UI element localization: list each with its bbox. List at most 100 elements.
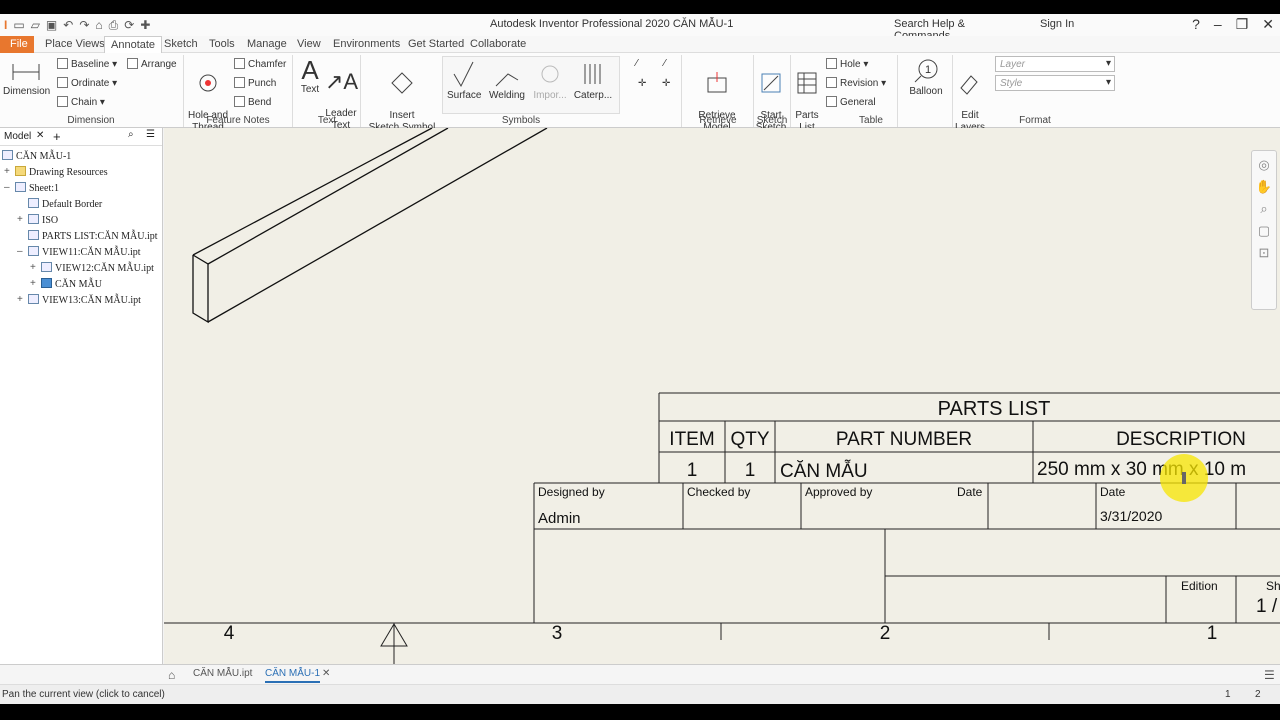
- bend-button[interactable]: Bend: [234, 96, 271, 108]
- collapse-icon[interactable]: –: [4, 182, 10, 193]
- header-qty: QTY: [730, 429, 769, 450]
- text-button[interactable]: A Text: [297, 56, 323, 96]
- panel-symbols-label: Symbols: [501, 115, 541, 126]
- help-icon[interactable]: ?: [1192, 16, 1200, 33]
- tree-item-view11[interactable]: VIEW11:CĂN MẪU.ipt: [28, 246, 141, 258]
- tree-item-parts-list[interactable]: PARTS LIST:CĂN MẪU.ipt: [28, 230, 158, 242]
- home-icon[interactable]: ⌂: [95, 18, 102, 32]
- print-icon[interactable]: ⎙: [109, 18, 119, 33]
- minimize-icon[interactable]: –: [1214, 16, 1222, 33]
- drawing-canvas[interactable]: PARTS LIST ITEM QTY PART NUMBER DESCRIPT…: [164, 128, 1280, 664]
- zoom-window-icon[interactable]: ⊡: [1252, 245, 1276, 261]
- arrange-button[interactable]: Arrange: [127, 58, 177, 70]
- doc-tab-drawing[interactable]: CĂN MẪU-1: [265, 668, 321, 683]
- leader-text-icon: ↗A: [325, 69, 359, 94]
- designed-by-value: Admin: [538, 510, 581, 527]
- collapse-icon[interactable]: –: [17, 246, 23, 257]
- expand-icon[interactable]: +: [30, 262, 36, 273]
- browser-add-icon[interactable]: +: [53, 129, 61, 144]
- quick-access-toolbar: I ▭ ▱ ▣ ↶ ↷ ⌂ ⎙ ⟳ ✚: [4, 17, 156, 33]
- symbol-small-1-icon[interactable]: ⁄: [636, 58, 638, 69]
- undo-icon[interactable]: ↶: [63, 18, 73, 32]
- symbol-small-2-icon[interactable]: ⁄: [664, 58, 666, 69]
- baseline-button[interactable]: Baseline ▾: [57, 58, 117, 70]
- home-tab-icon[interactable]: ⌂: [168, 668, 175, 682]
- pan-icon[interactable]: ✋: [1252, 179, 1276, 195]
- tree-item-view13[interactable]: VIEW13:CĂN MẪU.ipt: [28, 294, 141, 306]
- tree-item-label: Drawing Resources: [29, 167, 108, 178]
- new-icon[interactable]: ▭: [13, 18, 24, 32]
- designed-by-label: Designed by: [538, 485, 605, 499]
- tree-item-root[interactable]: CĂN MẪU-1: [2, 150, 71, 162]
- close-icon[interactable]: ✕: [1262, 16, 1274, 33]
- status-bar: Pan the current view (click to cancel) 1…: [0, 684, 1280, 704]
- general-table-button[interactable]: General: [826, 96, 876, 108]
- doc-tab-close-icon[interactable]: ✕: [322, 668, 330, 679]
- tree-item-default-border[interactable]: Default Border: [28, 198, 102, 210]
- parts-list-button[interactable]: Parts List: [793, 58, 821, 134]
- welding-button[interactable]: Welding: [488, 60, 526, 102]
- tab-sketch[interactable]: Sketch: [164, 38, 198, 50]
- chain-button[interactable]: Chain ▾: [57, 96, 105, 108]
- steering-wheel-icon[interactable]: ◎: [1252, 157, 1276, 173]
- cell-part-number: CĂN MẪU: [780, 460, 868, 482]
- browser-close-icon[interactable]: ✕: [36, 130, 44, 141]
- view-icon: [28, 246, 39, 256]
- ordinate-button[interactable]: Ordinate ▾: [57, 77, 117, 89]
- edit-layers-button[interactable]: Edit Layers: [955, 58, 985, 134]
- chain-label: Chain: [71, 97, 98, 108]
- tree-item-part[interactable]: CĂN MẪU: [41, 278, 102, 290]
- style-dropdown[interactable]: Style: [995, 75, 1115, 91]
- tree-item-sheet[interactable]: Sheet:1: [15, 182, 59, 194]
- browser-header: Model ✕ + ⌕ ☰: [0, 128, 162, 146]
- tree-item-iso[interactable]: ISO: [28, 214, 58, 226]
- search-input[interactable]: Search Help & Commands...: [880, 16, 1030, 42]
- hole-table-button[interactable]: Hole ▾: [826, 58, 868, 70]
- tab-get-started[interactable]: Get Started: [408, 38, 464, 50]
- tab-manage[interactable]: Manage: [247, 38, 287, 50]
- balloon-button[interactable]: 1 Balloon: [904, 58, 948, 98]
- doc-tab-part[interactable]: CĂN MẪU.ipt: [193, 668, 252, 679]
- open-icon[interactable]: ▱: [31, 18, 40, 32]
- punch-button[interactable]: Punch: [234, 77, 276, 89]
- chamfer-button[interactable]: Chamfer: [234, 58, 286, 70]
- tab-place-views[interactable]: Place Views: [45, 38, 105, 50]
- expand-icon[interactable]: +: [17, 294, 23, 305]
- tree-item-label: CĂN MẪU: [55, 279, 102, 290]
- layer-dropdown[interactable]: Layer: [995, 56, 1115, 72]
- caterpillar-button[interactable]: Caterp...: [573, 60, 613, 102]
- tab-annotate[interactable]: Annotate: [104, 36, 163, 54]
- tab-file[interactable]: File: [0, 36, 34, 53]
- update-icon[interactable]: ⟳: [124, 18, 134, 32]
- zoom-icon[interactable]: ⌕: [1252, 201, 1276, 217]
- tab-collaborate[interactable]: Collaborate: [470, 38, 526, 50]
- expand-icon[interactable]: +: [17, 214, 23, 225]
- save-icon[interactable]: ▣: [46, 18, 57, 32]
- browser-search-icon[interactable]: ⌕: [128, 129, 134, 140]
- surface-button[interactable]: Surface: [447, 60, 481, 102]
- redo-icon[interactable]: ↷: [79, 18, 89, 32]
- zoom-all-icon[interactable]: ▢: [1252, 223, 1276, 239]
- restore-icon[interactable]: ❐: [1236, 16, 1249, 33]
- punch-label: Punch: [248, 78, 277, 89]
- browser-menu-icon[interactable]: ☰: [146, 129, 155, 140]
- expand-icon[interactable]: +: [30, 278, 36, 289]
- tab-view[interactable]: View: [297, 38, 321, 50]
- tree-item-view12[interactable]: VIEW12:CĂN MẪU.ipt: [41, 262, 154, 274]
- import-symbol-button[interactable]: Impor...: [531, 60, 569, 102]
- dimension-button[interactable]: Dimension: [3, 58, 50, 98]
- tab-tools[interactable]: Tools: [209, 38, 235, 50]
- plus-icon[interactable]: ✚: [140, 18, 150, 32]
- tree-item-drawing-resources[interactable]: Drawing Resources: [15, 166, 108, 178]
- tab-environments[interactable]: Environments: [333, 38, 400, 50]
- doc-tabs-menu-icon[interactable]: ☰: [1264, 668, 1275, 682]
- sign-in-link[interactable]: Sign In: [1040, 18, 1074, 30]
- isometric-view[interactable]: [192, 128, 548, 324]
- welding-icon: [495, 73, 519, 87]
- revision-table-button[interactable]: Revision ▾: [826, 77, 886, 89]
- center-pattern-icon[interactable]: ✛: [662, 78, 670, 89]
- expand-icon[interactable]: +: [4, 166, 10, 177]
- insert-sketch-symbol-button[interactable]: Insert Sketch Symbol: [366, 58, 438, 134]
- center-mark-icon[interactable]: ✛: [638, 78, 646, 89]
- title-block[interactable]: [164, 482, 1280, 624]
